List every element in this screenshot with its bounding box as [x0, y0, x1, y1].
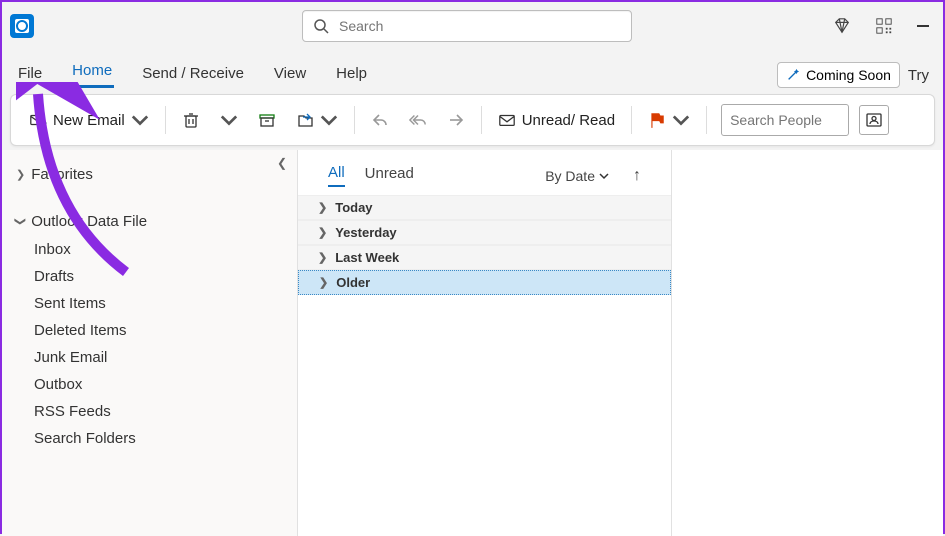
filter-all[interactable]: All [328, 164, 345, 187]
group-label: Last Week [335, 250, 399, 265]
trash-icon [182, 111, 200, 129]
separator [481, 106, 482, 134]
chevron-down-icon: ❯ [14, 217, 27, 226]
chevron-right-icon: ❯ [16, 168, 25, 181]
separator [165, 106, 166, 134]
sort-dropdown[interactable]: By Date [545, 168, 609, 184]
tab-view[interactable]: View [272, 59, 308, 88]
reply-all-button[interactable] [401, 105, 435, 135]
main-area: ❮ ❯ Favorites ❯ Outlook Data File Inbox … [2, 150, 943, 536]
chevron-down-icon [220, 111, 238, 129]
folder-inbox[interactable]: Inbox [2, 236, 297, 263]
premium-diamond-icon[interactable] [833, 17, 851, 35]
reply-button[interactable] [363, 105, 397, 135]
tab-home[interactable]: Home [70, 56, 114, 88]
separator [631, 106, 632, 134]
tab-send-receive[interactable]: Send / Receive [140, 59, 246, 88]
try-label[interactable]: Try [908, 67, 929, 84]
chevron-right-icon: ❯ [318, 201, 327, 214]
sort-label: By Date [545, 168, 595, 184]
global-search[interactable] [302, 10, 632, 42]
ribbon-toolbar: New Email Unread/ Read [10, 94, 935, 146]
favorites-group[interactable]: ❯ Favorites [2, 160, 297, 189]
navigation-pane: ❮ ❯ Favorites ❯ Outlook Data File Inbox … [2, 150, 298, 536]
chevron-right-icon: ❯ [318, 251, 327, 264]
folder-sent-items[interactable]: Sent Items [2, 290, 297, 317]
chevron-right-icon: ❯ [319, 276, 328, 289]
wand-icon [786, 68, 800, 82]
global-search-input[interactable] [339, 18, 621, 34]
envelope-icon [498, 111, 516, 129]
message-list-pane: All Unread By Date ↑ ❯ Today ❯ Yesterday… [298, 150, 672, 536]
chevron-down-icon [672, 111, 690, 129]
unread-read-label: Unread/ Read [522, 112, 615, 129]
flag-button[interactable] [640, 105, 698, 135]
coming-soon-label: Coming Soon [806, 67, 891, 83]
flag-icon [648, 111, 666, 129]
search-people[interactable] [721, 104, 849, 136]
group-label: Yesterday [335, 225, 396, 240]
outlook-logo [10, 14, 34, 38]
reply-icon [371, 111, 389, 129]
address-book-button[interactable] [859, 105, 889, 135]
list-filter-tabs: All Unread By Date ↑ [298, 160, 671, 195]
minimize-button[interactable] [917, 25, 929, 27]
sort-direction-up-icon[interactable]: ↑ [633, 167, 641, 185]
tab-file[interactable]: File [16, 59, 44, 88]
separator [354, 106, 355, 134]
collapse-nav-icon[interactable]: ❮ [277, 156, 287, 170]
forward-icon [447, 111, 465, 129]
data-file-label: Outlook Data File [31, 213, 147, 230]
chevron-down-icon [131, 111, 149, 129]
folder-drafts[interactable]: Drafts [2, 263, 297, 290]
reading-pane [672, 150, 943, 536]
contact-card-icon [865, 111, 883, 129]
folder-junk-email[interactable]: Junk Email [2, 344, 297, 371]
group-older[interactable]: ❯ Older [298, 270, 671, 295]
title-bar [2, 2, 943, 50]
chevron-down-icon [320, 111, 338, 129]
tab-help[interactable]: Help [334, 59, 369, 88]
group-last-week[interactable]: ❯ Last Week [298, 245, 671, 270]
forward-button[interactable] [439, 105, 473, 135]
archive-button[interactable] [250, 105, 284, 135]
search-icon [313, 18, 329, 34]
qr-icon[interactable] [875, 17, 893, 35]
group-label: Older [336, 275, 370, 290]
group-yesterday[interactable]: ❯ Yesterday [298, 220, 671, 245]
folder-deleted-items[interactable]: Deleted Items [2, 317, 297, 344]
separator [706, 106, 707, 134]
folder-search-folders[interactable]: Search Folders [2, 425, 297, 452]
new-email-icon [29, 111, 47, 129]
folder-rss-feeds[interactable]: RSS Feeds [2, 398, 297, 425]
favorites-label: Favorites [31, 166, 93, 183]
delete-button[interactable] [174, 105, 208, 135]
ribbon-tabs: File Home Send / Receive View Help Comin… [2, 50, 943, 88]
new-email-button[interactable]: New Email [21, 105, 157, 135]
group-label: Today [335, 200, 372, 215]
archive-icon [258, 111, 276, 129]
chevron-down-icon [599, 171, 609, 181]
delete-dropdown[interactable] [212, 105, 246, 135]
data-file-group[interactable]: ❯ Outlook Data File [2, 207, 297, 236]
folder-outbox[interactable]: Outbox [2, 371, 297, 398]
move-icon [296, 111, 314, 129]
chevron-right-icon: ❯ [318, 226, 327, 239]
group-today[interactable]: ❯ Today [298, 195, 671, 220]
reply-all-icon [409, 111, 427, 129]
search-people-input[interactable] [730, 112, 840, 128]
move-button[interactable] [288, 105, 346, 135]
coming-soon-toggle[interactable]: Coming Soon [777, 62, 900, 88]
new-email-label: New Email [53, 112, 125, 129]
filter-unread[interactable]: Unread [365, 165, 414, 186]
unread-read-button[interactable]: Unread/ Read [490, 105, 623, 135]
